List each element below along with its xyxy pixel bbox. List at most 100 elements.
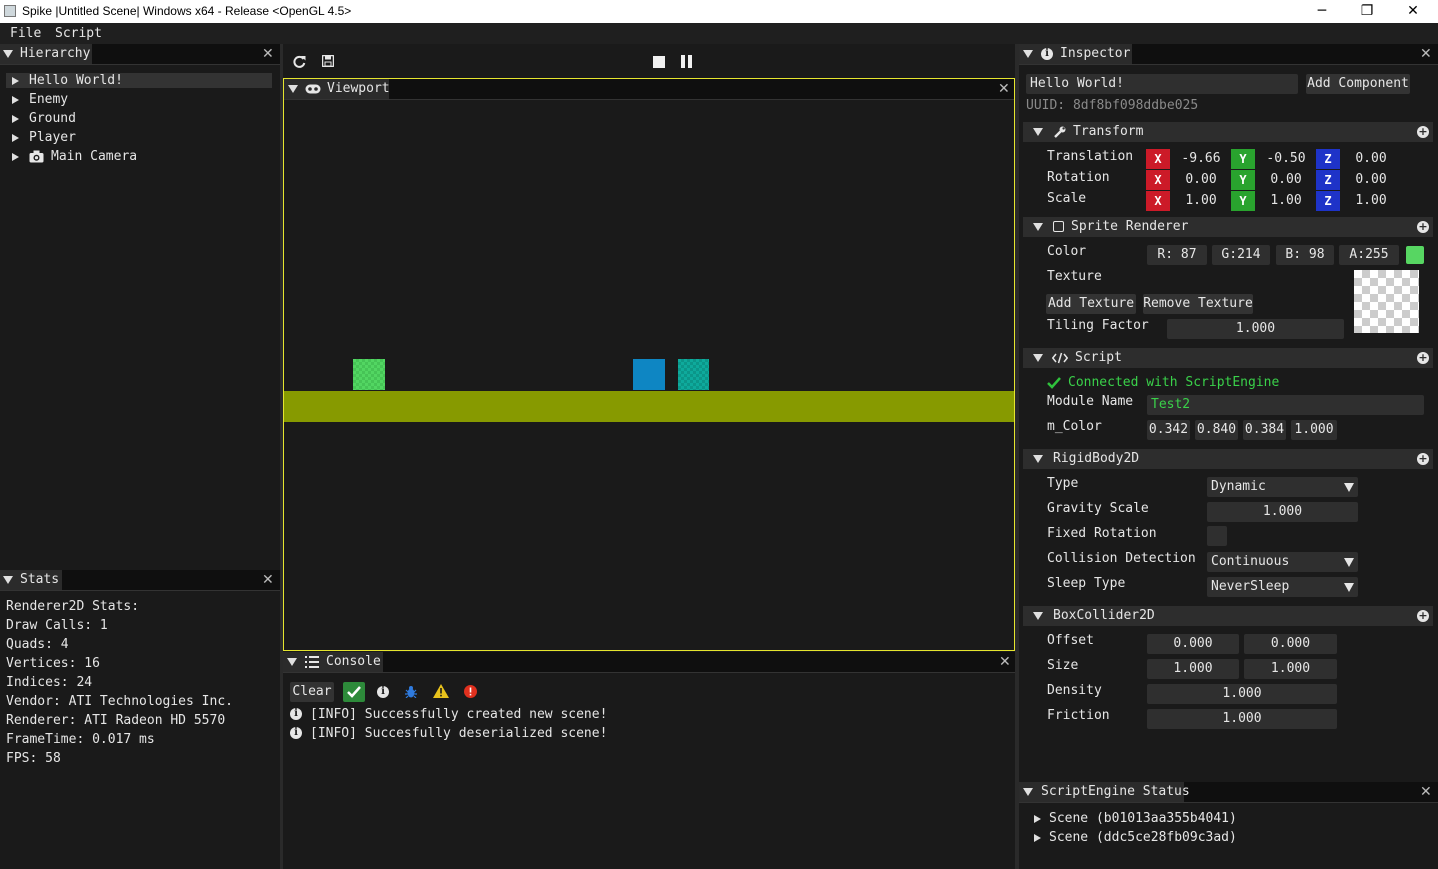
- script-engine-scene-item[interactable]: Scene (b01013aa355b4041): [1034, 811, 1334, 830]
- console-clear-button[interactable]: Clear: [290, 682, 334, 702]
- script-header[interactable]: Script +: [1023, 348, 1433, 368]
- m-color-g-field[interactable]: 0.840: [1195, 420, 1238, 440]
- expand-icon[interactable]: [12, 96, 19, 104]
- color-r-field[interactable]: R: 87: [1147, 245, 1207, 265]
- add-icon[interactable]: +: [1417, 221, 1429, 233]
- offset-y-field[interactable]: 0.000: [1244, 634, 1337, 654]
- close-icon[interactable]: ✕: [1420, 785, 1432, 799]
- offset-x-field[interactable]: 0.000: [1147, 634, 1239, 654]
- axis-y-button[interactable]: Y: [1231, 149, 1255, 169]
- collapse-icon[interactable]: [1023, 788, 1033, 796]
- pause-icon[interactable]: [681, 55, 693, 68]
- rotation-y-field[interactable]: 0.00: [1257, 170, 1315, 190]
- collapse-icon[interactable]: [1033, 223, 1043, 231]
- translation-z-field[interactable]: 0.00: [1342, 149, 1400, 169]
- m-color-r-field[interactable]: 0.342: [1147, 420, 1190, 440]
- collision-detection-dropdown[interactable]: Continuous: [1207, 552, 1358, 572]
- color-a-field[interactable]: A:255: [1339, 245, 1399, 265]
- collapse-icon[interactable]: [3, 50, 13, 58]
- hierarchy-item-hello-world[interactable]: Hello World!: [12, 73, 272, 92]
- expand-icon[interactable]: [12, 115, 19, 123]
- close-icon[interactable]: ✕: [999, 655, 1011, 669]
- axis-y-button[interactable]: Y: [1231, 170, 1255, 190]
- hierarchy-item-player[interactable]: Player: [12, 130, 272, 149]
- add-icon[interactable]: +: [1417, 610, 1429, 622]
- collapse-icon[interactable]: [287, 658, 297, 666]
- scale-y-field[interactable]: 1.00: [1257, 191, 1315, 211]
- transform-header[interactable]: Transform +: [1023, 122, 1433, 142]
- close-window-button[interactable]: ✕: [1390, 0, 1436, 23]
- boxcollider-header[interactable]: BoxCollider2D +: [1023, 606, 1433, 626]
- collapse-icon[interactable]: [1033, 455, 1043, 463]
- sprite-ground[interactable]: [284, 391, 1014, 422]
- entity-name-input[interactable]: Hello World!: [1026, 74, 1298, 94]
- tab-script-engine[interactable]: ScriptEngine Status: [1019, 782, 1190, 802]
- hierarchy-item-enemy[interactable]: Enemy: [12, 92, 272, 111]
- stop-icon[interactable]: [653, 56, 665, 68]
- size-y-field[interactable]: 1.000: [1244, 659, 1337, 679]
- tab-inspector[interactable]: i Inspector: [1019, 44, 1132, 64]
- warning-icon[interactable]: [433, 684, 449, 698]
- tiling-factor-field[interactable]: 1.000: [1167, 319, 1344, 339]
- add-icon[interactable]: +: [1417, 453, 1429, 465]
- m-color-a-field[interactable]: 1.000: [1291, 420, 1337, 440]
- expand-icon[interactable]: [1034, 815, 1041, 823]
- script-engine-scene-item[interactable]: Scene (ddc5ce28fb09c3ad): [1034, 830, 1334, 849]
- menu-script[interactable]: Script: [55, 26, 102, 41]
- expand-icon[interactable]: [12, 153, 19, 161]
- tab-stats[interactable]: Stats: [0, 570, 62, 590]
- viewport-canvas[interactable]: [284, 101, 1014, 650]
- add-component-button[interactable]: Add Component: [1306, 74, 1410, 94]
- hierarchy-item-ground[interactable]: Ground: [12, 111, 272, 130]
- sprite-hello-world[interactable]: [353, 359, 385, 390]
- minimize-button[interactable]: ─: [1299, 0, 1345, 23]
- tab-hierarchy[interactable]: Hierarchy: [0, 44, 92, 64]
- tab-viewport[interactable]: Viewport: [284, 79, 390, 99]
- gravity-scale-field[interactable]: 1.000: [1207, 502, 1358, 522]
- collapse-icon[interactable]: [288, 85, 298, 93]
- color-swatch[interactable]: [1406, 246, 1424, 264]
- rotation-z-field[interactable]: 0.00: [1342, 170, 1400, 190]
- collapse-icon[interactable]: [1033, 354, 1043, 362]
- tab-console[interactable]: Console: [283, 652, 383, 672]
- density-field[interactable]: 1.000: [1147, 684, 1337, 704]
- menu-file[interactable]: File: [10, 26, 41, 41]
- scale-z-field[interactable]: 1.00: [1342, 191, 1400, 211]
- color-b-field[interactable]: B: 98: [1276, 245, 1334, 265]
- expand-icon[interactable]: [1034, 834, 1041, 842]
- body-type-dropdown[interactable]: Dynamic: [1207, 477, 1358, 497]
- sprite-player[interactable]: [633, 359, 665, 390]
- info-filter-icon[interactable]: i: [377, 686, 389, 698]
- hierarchy-item-main-camera[interactable]: Main Camera: [12, 149, 272, 168]
- info-filter-toggle[interactable]: [343, 682, 365, 702]
- error-icon[interactable]: [464, 685, 477, 698]
- m-color-b-field[interactable]: 0.384: [1243, 420, 1286, 440]
- axis-x-button[interactable]: X: [1146, 149, 1170, 169]
- close-icon[interactable]: ✕: [262, 47, 274, 61]
- expand-icon[interactable]: [12, 134, 19, 142]
- add-icon[interactable]: +: [1417, 126, 1429, 138]
- bug-icon[interactable]: [405, 685, 417, 698]
- axis-x-button[interactable]: X: [1146, 170, 1170, 190]
- translation-x-field[interactable]: -9.66: [1172, 149, 1230, 169]
- translation-y-field[interactable]: -0.50: [1257, 149, 1315, 169]
- collapse-icon[interactable]: [1023, 50, 1033, 58]
- scale-x-field[interactable]: 1.00: [1172, 191, 1230, 211]
- close-icon[interactable]: ✕: [998, 82, 1010, 96]
- texture-preview[interactable]: [1354, 270, 1419, 333]
- rigidbody-header[interactable]: RigidBody2D +: [1023, 449, 1433, 469]
- add-texture-button[interactable]: Add Texture: [1046, 294, 1136, 314]
- refresh-icon[interactable]: [293, 55, 306, 68]
- rotation-x-field[interactable]: 0.00: [1172, 170, 1230, 190]
- close-icon[interactable]: ✕: [262, 573, 274, 587]
- collapse-icon[interactable]: [1033, 612, 1043, 620]
- sprite-renderer-header[interactable]: Sprite Renderer +: [1023, 217, 1433, 237]
- restore-button[interactable]: ❐: [1344, 0, 1390, 23]
- axis-x-button[interactable]: X: [1146, 191, 1170, 211]
- close-icon[interactable]: ✕: [1420, 47, 1432, 61]
- add-icon[interactable]: +: [1417, 352, 1429, 364]
- save-icon[interactable]: [322, 55, 334, 67]
- remove-texture-button[interactable]: Remove Texture: [1143, 294, 1253, 314]
- axis-y-button[interactable]: Y: [1231, 191, 1255, 211]
- fixed-rotation-checkbox[interactable]: [1207, 526, 1227, 546]
